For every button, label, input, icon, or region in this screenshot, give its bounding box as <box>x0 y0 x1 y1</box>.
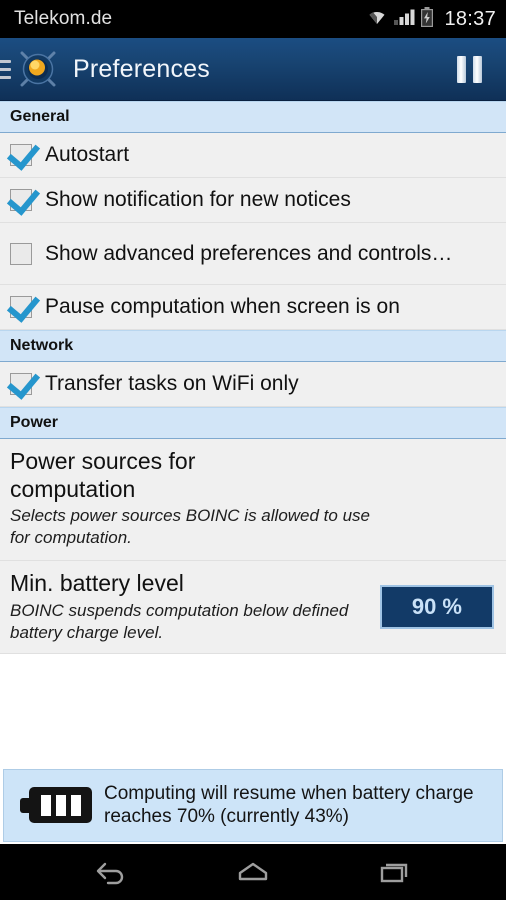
battery-notice-text: Computing will resume when battery charg… <box>104 782 474 828</box>
pause-icon[interactable] <box>457 55 482 83</box>
section-header-power: Power <box>0 407 506 439</box>
battery-status-notice: Computing will resume when battery charg… <box>3 768 503 842</box>
page-title: Preferences <box>73 54 210 83</box>
navigation-bar <box>0 844 506 900</box>
hamburger-menu-icon[interactable] <box>0 59 11 79</box>
pref-row-min-battery-level[interactable]: Min. battery level BOINC suspends comput… <box>0 561 506 654</box>
list-bottom-spacer <box>0 653 506 700</box>
pref-label: Autostart <box>45 143 130 167</box>
carrier-label: Telekom.de <box>14 8 113 29</box>
back-icon[interactable] <box>83 852 139 892</box>
action-bar: Preferences <box>0 38 506 101</box>
section-header-network: Network <box>0 330 506 362</box>
signal-icon <box>393 8 415 31</box>
pref-title: Power sources for computation <box>10 448 196 502</box>
battery-charging-icon <box>420 6 434 32</box>
pref-row-wifi-only[interactable]: Transfer tasks on WiFi only <box>0 362 506 407</box>
pref-label: Show notification for new notices <box>45 188 351 212</box>
pref-row-show-notification[interactable]: Show notification for new notices <box>0 178 506 223</box>
preferences-list[interactable]: General Autostart Show notification for … <box>0 101 506 769</box>
checkbox-show-notification[interactable] <box>10 189 32 211</box>
pref-row-show-advanced[interactable]: Show advanced preferences and controls… <box>0 223 506 285</box>
clock-label: 18:37 <box>444 7 496 30</box>
pref-text-block: Min. battery level BOINC suspends comput… <box>10 570 380 644</box>
pref-label: Pause computation when screen is on <box>45 295 400 319</box>
pref-row-power-sources[interactable]: Power sources for computation Selects po… <box>0 439 506 561</box>
recents-icon[interactable] <box>367 852 423 892</box>
pref-summary: Selects power sources BOINC is allowed t… <box>10 506 370 548</box>
wifi-icon <box>366 8 388 31</box>
pref-row-pause-on-screen[interactable]: Pause computation when screen is on <box>0 285 506 330</box>
pref-text-block: Power sources for computation Selects po… <box>10 448 496 549</box>
pref-summary: BOINC suspends computation below defined… <box>10 600 349 642</box>
status-icons: 18:37 <box>366 6 496 32</box>
checkbox-show-advanced[interactable] <box>10 242 32 265</box>
status-bar: Telekom.de 18:37 <box>0 0 506 38</box>
pref-label: Show advanced preferences and controls… <box>45 241 453 265</box>
section-header-general: General <box>0 101 506 133</box>
checkbox-autostart[interactable] <box>10 144 32 166</box>
min-battery-level-value[interactable]: 90 % <box>379 584 494 629</box>
pref-row-autostart[interactable]: Autostart <box>0 133 506 178</box>
home-icon[interactable] <box>225 852 281 892</box>
pref-label: Transfer tasks on WiFi only <box>45 372 299 396</box>
checkbox-pause-on-screen[interactable] <box>10 296 32 318</box>
boinc-logo-icon[interactable] <box>15 46 61 92</box>
phone-screen: Telekom.de 18:37 Preferences General Aut… <box>0 0 506 900</box>
pref-title: Min. battery level <box>10 570 184 596</box>
battery-icon <box>20 787 92 824</box>
checkbox-wifi-only[interactable] <box>10 373 32 395</box>
